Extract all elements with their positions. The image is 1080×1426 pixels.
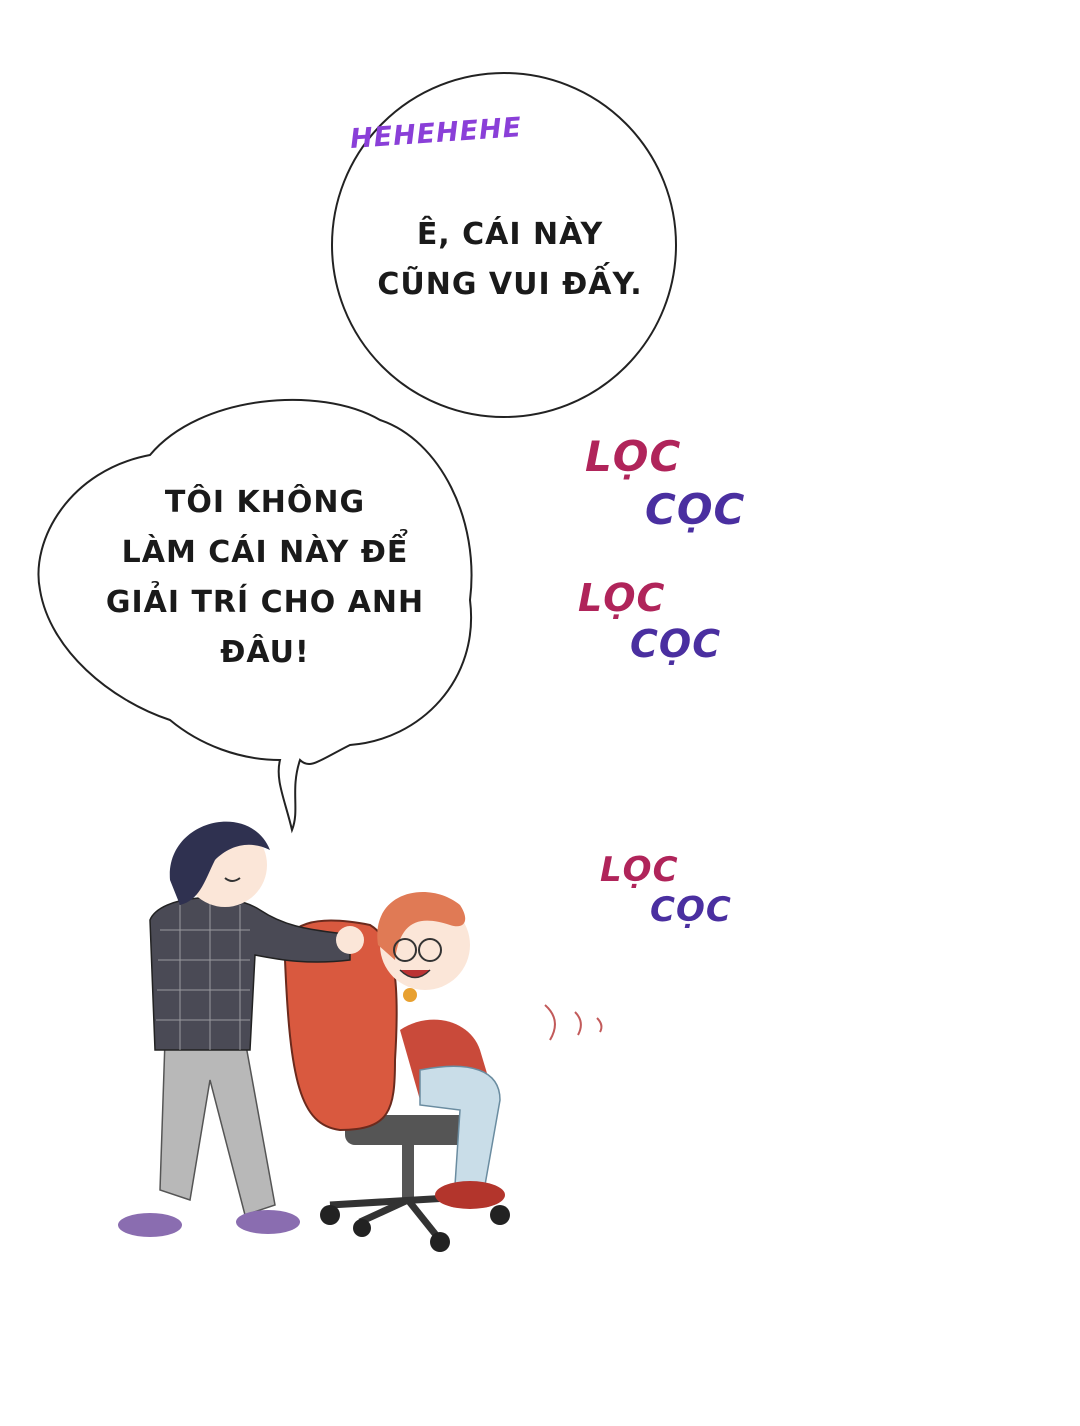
bubble2-line: ĐÂU! (220, 635, 310, 670)
bubble2-line: GIẢI TRÍ CHO ANH (105, 585, 425, 620)
sfx-loc: LỌC (600, 850, 679, 890)
bubble1-line: Ê, CÁI NÀY (416, 217, 604, 252)
sfx-coc: CỌC (645, 485, 746, 534)
characters-illustration (118, 821, 603, 1252)
bubble2-text: TÔI KHÔNG LÀM CÁI NÀY ĐỂ GIẢI TRÍ CHO AN… (95, 478, 435, 678)
sfx-coc: CỌC (630, 622, 722, 666)
sfx-coc: CỌC (650, 890, 732, 930)
bubble1-text: Ê, CÁI NÀY CŨNG VUI ĐẤY. (360, 210, 660, 310)
motion-marks (544, 1004, 603, 1041)
bubble2-line: LÀM CÁI NÀY ĐỂ (121, 535, 409, 570)
sfx-loc: LỌC (578, 576, 666, 620)
sfx-loc: LỌC (585, 432, 682, 481)
bubble1-line: CŨNG VUI ĐẤY. (377, 267, 643, 302)
bubble2-line: TÔI KHÔNG (164, 485, 366, 520)
